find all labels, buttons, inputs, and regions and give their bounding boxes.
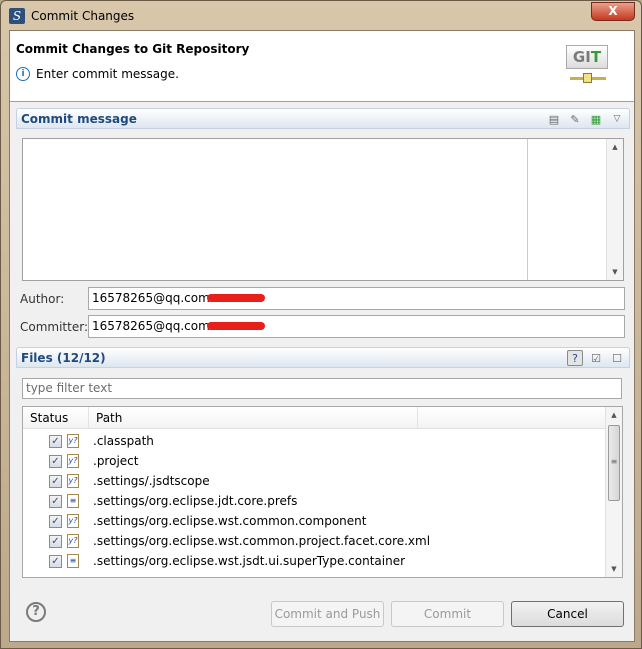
untracked-file-icon: y?	[67, 534, 79, 548]
author-input[interactable]: 16578265@qq.com	[88, 287, 625, 310]
window-title: Commit Changes	[31, 9, 135, 23]
table-row[interactable]: ✓ y? .settings/org.eclipse.wst.common.pr…	[23, 531, 603, 551]
signed-off-icon[interactable]: ✎	[567, 111, 583, 127]
dialog-banner: Commit Changes to Git Repository i Enter…	[10, 31, 634, 102]
column-path[interactable]: Path	[89, 407, 418, 429]
view-menu-chevron-down-icon[interactable]: ▽	[609, 111, 625, 127]
deselect-all-icon[interactable]: ☐	[609, 350, 625, 366]
file-checkbox[interactable]: ✓	[49, 534, 62, 548]
files-scrollbar[interactable]: ▲ ≡ ▼	[605, 407, 622, 577]
table-row[interactable]: ✓ ≡ .settings/org.eclipse.wst.jsdt.ui.su…	[23, 551, 603, 571]
cancel-button[interactable]: Cancel	[511, 601, 624, 627]
committer-label: Committer:	[20, 319, 88, 334]
previous-message-icon[interactable]: ▤	[546, 111, 562, 127]
dialog-body: Commit Changes to Git Repository i Enter…	[9, 30, 635, 642]
file-path: .settings/org.eclipse.jdt.core.prefs	[93, 494, 298, 508]
filter-input[interactable]: type filter text	[22, 378, 622, 399]
table-row[interactable]: ✓ y? .project	[23, 451, 603, 471]
info-icon: i	[16, 67, 30, 81]
file-path: .settings/.jsdtscope	[93, 474, 210, 488]
commit-message-label: Commit message	[21, 112, 137, 126]
banner-message: Enter commit message.	[36, 67, 179, 81]
text-file-icon: ≡	[67, 494, 79, 508]
untracked-file-icon: y?	[67, 434, 79, 448]
select-all-icon[interactable]: ☑	[588, 350, 604, 366]
table-header: Status Path	[23, 407, 606, 429]
file-path: .classpath	[93, 434, 154, 448]
files-label: Files (12/12)	[21, 351, 106, 365]
title-bar: S Commit Changes	[9, 5, 134, 27]
commit-message-scrollbar[interactable]: ▲ ▼	[606, 139, 623, 280]
file-checkbox[interactable]: ✓	[49, 454, 62, 468]
file-checkbox[interactable]: ✓	[49, 474, 62, 488]
file-checkbox[interactable]: ✓	[49, 514, 62, 528]
show-untracked-icon[interactable]: ?	[567, 350, 583, 366]
table-row[interactable]: ✓ y? .settings/org.eclipse.wst.common.co…	[23, 511, 603, 531]
window-frame: S Commit Changes X Commit Changes to Git…	[0, 0, 642, 649]
file-path: .settings/org.eclipse.wst.jsdt.ui.superT…	[93, 554, 406, 568]
app-icon: S	[9, 8, 25, 24]
file-path: .project	[93, 454, 139, 468]
file-path: .settings/org.eclipse.wst.common.compone…	[93, 514, 367, 528]
commit-message-text[interactable]	[23, 139, 623, 280]
author-row: Author: 16578265@qq.com	[20, 287, 625, 310]
committer-input[interactable]: 16578265@qq.com	[88, 315, 625, 338]
file-checkbox[interactable]: ✓	[49, 554, 62, 568]
git-logo: GIT	[566, 45, 618, 85]
untracked-file-icon: y?	[67, 514, 79, 528]
close-button[interactable]: X	[591, 2, 635, 21]
file-path: .settings/org.eclipse.wst.common.project…	[93, 534, 431, 548]
change-id-icon[interactable]: ▦	[588, 111, 604, 127]
commit-message-section-header: Commit message ▤ ✎ ▦ ▽	[16, 108, 630, 129]
dialog-title: Commit Changes to Git Repository	[16, 42, 250, 56]
table-row[interactable]: ✓ y? .settings/.jsdtscope	[23, 471, 603, 491]
commit-and-push-button[interactable]: Commit and Push	[271, 601, 384, 627]
files-section-header: Files (12/12) ? ☑ ☐	[16, 347, 630, 368]
table-row[interactable]: ✓ y? .classpath	[23, 431, 603, 451]
committer-row: Committer: 16578265@qq.com	[20, 315, 625, 338]
files-table: Status Path ✓ y? .classpath ✓ y? .projec…	[22, 406, 623, 578]
untracked-file-icon: y?	[67, 454, 79, 468]
help-icon[interactable]: ?	[26, 602, 46, 622]
column-status[interactable]: Status	[23, 407, 89, 429]
commit-button[interactable]: Commit	[391, 601, 504, 627]
author-label: Author:	[20, 291, 65, 306]
untracked-file-icon: y?	[67, 474, 79, 488]
commit-message-input[interactable]: ▲ ▼	[22, 138, 624, 281]
table-row[interactable]: ✓ ≡ .settings/org.eclipse.jdt.core.prefs	[23, 491, 603, 511]
file-checkbox[interactable]: ✓	[49, 434, 62, 448]
file-checkbox[interactable]: ✓	[49, 494, 62, 508]
text-file-icon: ≡	[67, 554, 79, 568]
